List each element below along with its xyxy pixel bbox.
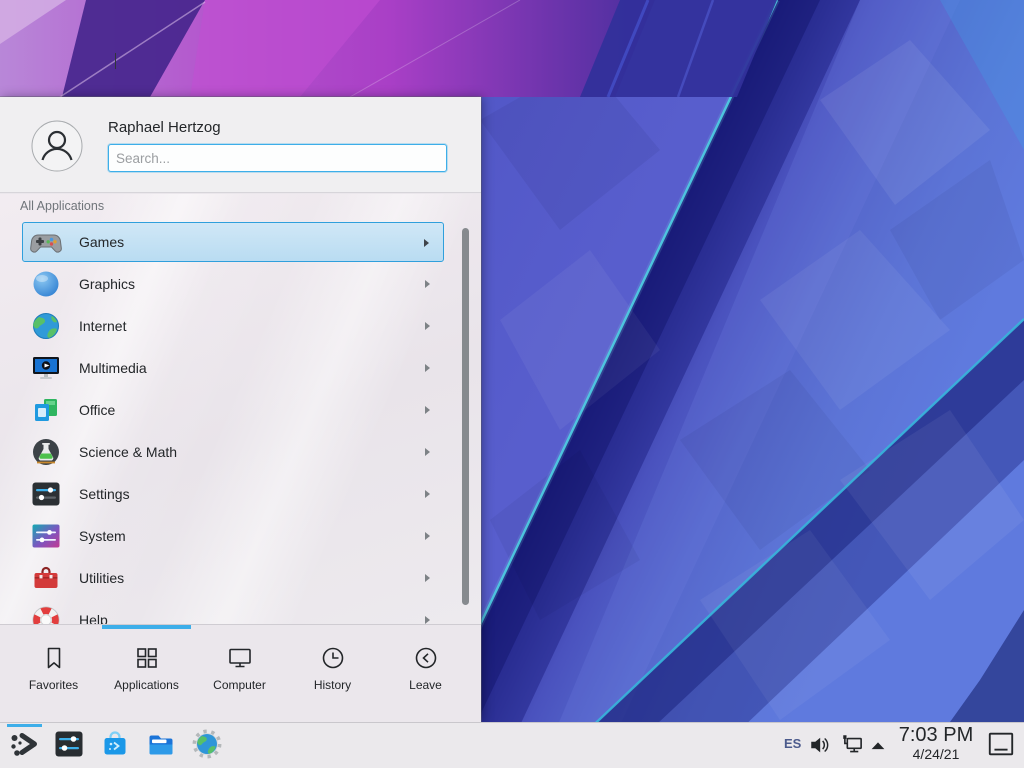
category-row-help[interactable]: Help [22,600,444,624]
flask-icon [30,436,62,468]
submenu-arrow-icon [425,616,430,624]
launcher-category-panel: All Applications Games [0,194,481,624]
category-label: Games [79,234,124,250]
launcher-tabbar: Favorites Applications Computer [0,629,481,722]
category-row-system[interactable]: System [22,516,444,556]
clock-time: 7:03 PM [893,725,979,745]
system-settings-icon[interactable] [53,728,85,760]
web-browser-icon[interactable] [191,728,223,760]
keyboard-layout-indicator[interactable]: ES [784,736,801,751]
category-row-settings[interactable]: Settings [22,474,444,514]
category-row-games[interactable]: Games [22,222,444,262]
tab-computer[interactable]: Computer [193,629,286,722]
tab-label: Computer [193,678,286,692]
category-label: Settings [79,486,130,502]
globe-icon [30,310,62,342]
dolphin-file-manager-icon[interactable] [145,728,177,760]
computer-icon [227,645,253,671]
category-label: Multimedia [79,360,147,376]
lifebuoy-icon [30,604,62,624]
tab-label: Leave [379,678,472,692]
tab-leave[interactable]: Leave [379,629,472,722]
sphere-icon [30,268,62,300]
toolbox-icon [30,562,62,594]
discover-icon[interactable] [99,728,131,760]
submenu-arrow-icon [425,532,430,540]
category-row-graphics[interactable]: Graphics [22,264,444,304]
history-icon [320,645,346,671]
grid-icon [134,645,160,671]
submenu-arrow-icon [425,574,430,582]
tab-history[interactable]: History [286,629,379,722]
category-label: Internet [79,318,126,334]
kde-kickoff-icon[interactable] [8,728,40,760]
category-row-multimedia[interactable]: Multimedia [22,348,444,388]
category-label: Utilities [79,570,124,586]
sliders-dark-icon [30,478,62,510]
submenu-arrow-icon [425,280,430,288]
category-row-utilities[interactable]: Utilities [22,558,444,598]
monitor-play-icon [30,352,62,384]
category-label: Office [79,402,115,418]
tab-label: Applications [100,678,193,692]
submenu-arrow-icon [424,239,429,247]
network-icon[interactable] [840,732,866,758]
tab-favorites[interactable]: Favorites [7,629,100,722]
submenu-arrow-icon [425,364,430,372]
tab-label: History [286,678,379,692]
category-label: Science & Math [79,444,177,460]
show-desktop-button[interactable] [986,730,1016,759]
section-label: All Applications [20,199,104,213]
digital-clock[interactable]: 7:03 PM 4/24/21 [893,725,979,761]
active-task-indicator [7,724,42,727]
user-avatar[interactable] [31,120,83,172]
submenu-arrow-icon [425,490,430,498]
application-launcher-popup: Raphael Hertzog All Applications Games [0,97,481,722]
expand-tray-caret-icon[interactable] [868,736,888,756]
bookmark-icon [41,645,67,671]
category-row-science-math[interactable]: Science & Math [22,432,444,472]
clock-date: 4/24/21 [893,747,979,761]
launcher-header: Raphael Hertzog [0,97,481,193]
category-row-office[interactable]: Office [22,390,444,430]
category-label: System [79,528,126,544]
documents-icon [30,394,62,426]
leave-icon [413,645,439,671]
category-label: Graphics [79,276,135,292]
submenu-arrow-icon [425,448,430,456]
tab-label: Favorites [7,678,100,692]
text-caret [115,53,116,69]
separator [0,624,481,625]
list-scrollbar[interactable] [462,228,469,605]
submenu-arrow-icon [425,322,430,330]
category-list: Games Graphics [0,222,481,624]
sliders-gradient-icon [30,520,62,552]
category-label: Help [79,612,108,624]
volume-icon[interactable] [808,732,834,758]
submenu-arrow-icon [425,406,430,414]
search-input[interactable] [108,144,447,172]
category-row-internet[interactable]: Internet [22,306,444,346]
user-name: Raphael Hertzog [108,119,221,136]
gamepad-icon [30,226,62,258]
tab-applications[interactable]: Applications [100,629,193,722]
